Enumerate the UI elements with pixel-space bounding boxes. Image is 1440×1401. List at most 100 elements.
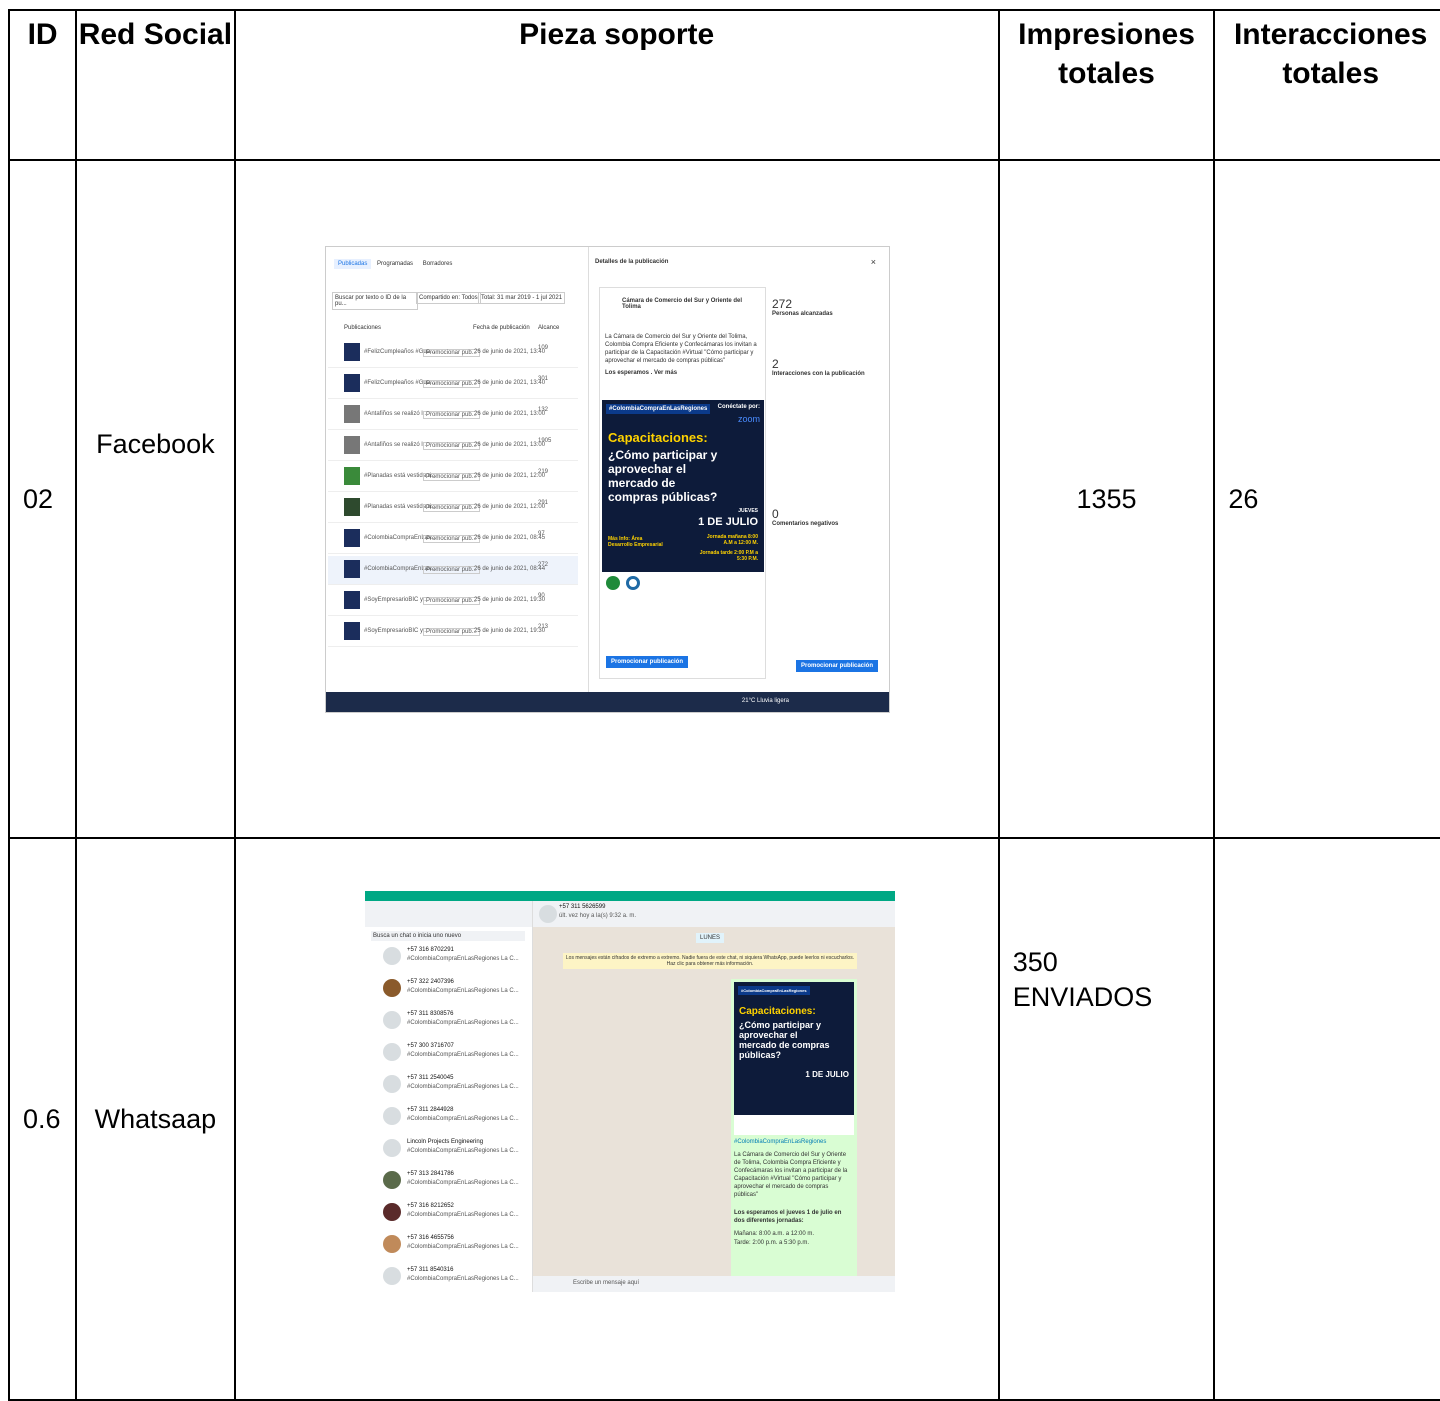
cell-id: 02 (7, 159, 78, 839)
post-reach: 219 (538, 469, 549, 475)
chat-preview: #ColombiaCompraEnLasRegiones La C... (407, 956, 519, 962)
post-text: #Antafiños se realizó l... (364, 442, 428, 448)
stat-interactions-label: Interacciones con la publicación (772, 371, 865, 377)
promote-button: Promocionar pub... (423, 411, 480, 419)
poster-morning: Jornada mañana 8:00 A.M a 12:00 M. (706, 534, 758, 546)
poster-logos (734, 1115, 854, 1135)
fb-date-range: Total: 31 mar 2019 - 1 jul 2021 (478, 292, 566, 304)
impresiones-value: 350 ENVIADOS (1012, 947, 1153, 1012)
wa-message-morning: Mañana: 8:00 a.m. a 12:00 m. (734, 1231, 815, 1237)
post-thumbnail (344, 591, 360, 609)
chat-name: +57 313 2841786 (407, 1171, 454, 1177)
chat-preview: #ColombiaCompraEnLasRegiones La C... (407, 1116, 519, 1122)
chat-preview: #ColombiaCompraEnLasRegiones La C... (407, 1052, 519, 1058)
post-reach: 90 (538, 593, 545, 599)
windows-taskbar: 21°C Lluvia ligera (326, 692, 889, 712)
chat-name: +57 316 8702291 (407, 947, 454, 953)
poster-afternoon: Jornada tarde 2:00 P.M a 5:30 P.M. (699, 550, 758, 562)
promote-button: Promocionar pub... (423, 442, 480, 450)
zoom-logo: zoom (737, 414, 760, 424)
header-impresiones: Impresiones totales (997, 9, 1216, 161)
whatsapp-screenshot: Busca un chat o inicia uno nuevo +57 316… (365, 891, 895, 1292)
stat-reach-value: 272 (772, 297, 793, 311)
post-date: 26 de junio de 2021, 13:00 (474, 411, 546, 417)
poster-date: 1 DE JULIO (698, 516, 758, 528)
avatar (383, 1139, 401, 1157)
fb-details-title: Detalles de la publicación (595, 259, 669, 265)
list-item: #SoyEmpresarioBIC y... Promocionar pub...… (328, 587, 578, 616)
chat-name: +57 311 2540045 (407, 1075, 454, 1081)
list-item: #SoyEmpresarioBIC y... Promocionar pub...… (328, 618, 578, 647)
wa-contact-name: +57 311 5626599 (559, 904, 606, 910)
fb-filter: Compartido en: Todos (416, 292, 481, 304)
stat-reach-label: Personas alcanzadas (772, 311, 833, 317)
post-reach: 132 (538, 407, 549, 413)
fb-tab-published: Publicadas (334, 259, 372, 269)
fb-poster: #ColombiaCompraEnLasRegiones Conéctate p… (602, 400, 764, 598)
wa-last-seen: últ. vez hoy a la(s) 9:32 a. m. (559, 913, 637, 919)
promote-post-button: Promocionar publicación (795, 660, 878, 672)
list-item: #Planadas está vestida d... Promocionar p… (328, 494, 578, 523)
chat-name: +57 311 8308576 (407, 1011, 454, 1017)
post-date: 25 de junio de 2021, 19:30 (474, 597, 546, 603)
promote-button: Promocionar pub... (423, 597, 480, 605)
post-reach: 272 (538, 562, 549, 568)
fb-post-more: Los esperamos . Ver más (605, 370, 678, 376)
fb-post-list: #FelizCumpleaños #Gua... Promocionar pub.… (326, 337, 581, 677)
post-reach: 97 (538, 531, 545, 537)
promote-post-button: Promocionar publicación (606, 656, 689, 668)
list-item: #ColombiaCompraEnLas... Promocionar pub..… (328, 525, 578, 554)
cell-impresiones: 1355 (997, 159, 1216, 839)
promote-button: Promocionar pub... (423, 349, 480, 357)
wa-compose-bar: Escribe un mensaje aquí (533, 1276, 895, 1292)
fb-tab-drafts: Borradores (422, 261, 453, 267)
wa-top-band (365, 891, 895, 901)
fb-stats: 272 Personas alcanzadas 2 Interacciones … (772, 297, 877, 527)
logo-icon (606, 576, 620, 590)
avatar (383, 1011, 401, 1029)
promote-button: Promocionar pub... (423, 628, 480, 636)
stat-negative-value: 0 (772, 507, 779, 521)
list-item: #FelizCumpleaños #Gua... Promocionar pub.… (328, 370, 578, 399)
post-text: #Antafiños se realizó l... (364, 411, 428, 417)
post-reach: 291 (538, 500, 549, 506)
wa-conversation: +57 311 5626599 últ. vez hoy a la(s) 9:3… (533, 901, 895, 1292)
list-item: #FelizCumpleaños #Gua... Promocionar pub.… (328, 339, 578, 368)
list-item: +57 311 2844928 #ColombiaCompraEnLasRegio… (383, 1103, 523, 1133)
poster-weekday: JUEVES (738, 508, 758, 514)
post-date: 26 de junio de 2021, 08:44 (474, 566, 546, 572)
promote-button: Promocionar pub... (423, 473, 480, 481)
cell-red-social: Whatsaap (75, 837, 236, 1401)
stat-negative-label: Comentarios negativos (772, 521, 839, 527)
cell-interacciones: 26 (1213, 159, 1440, 839)
list-item: +57 311 8540316 #ColombiaCompraEnLasRegio… (383, 1263, 523, 1292)
post-date: 26 de junio de 2021, 13:40 (474, 380, 546, 386)
post-thumbnail (344, 374, 360, 392)
wa-message-schedule: Los esperamos el jueves 1 de julio en do… (734, 1210, 842, 1224)
fb-post-preview: Cámara de Comercio del Sur y Oriente del… (599, 287, 766, 679)
wa-chat-list: Busca un chat o inicia uno nuevo +57 316… (365, 901, 533, 1292)
promote-button: Promocionar pub... (423, 504, 480, 512)
avatar (383, 979, 401, 997)
post-thumbnail (344, 405, 360, 423)
post-reach: 301 (538, 376, 549, 382)
cell-interacciones (1213, 837, 1440, 1401)
post-date: 25 de junio de 2021, 19:30 (474, 628, 546, 634)
fb-tabs: Publicadas Programadas Borradores (334, 259, 456, 269)
wa-compose-input: Escribe un mensaje aquí (573, 1280, 640, 1286)
promote-button: Promocionar pub... (423, 535, 480, 543)
poster-title: Capacitaciones: (608, 430, 708, 445)
post-thumbnail (344, 529, 360, 547)
fb-col-reach: Alcance (538, 325, 560, 331)
chat-preview: #ColombiaCompraEnLasRegiones La C... (407, 1244, 519, 1250)
list-item: +57 316 8702291 #ColombiaCompraEnLasRegio… (383, 943, 523, 973)
wa-poster: #ColombiaCompraEnLasRegiones Capacitacio… (734, 982, 854, 1135)
avatar (383, 1203, 401, 1221)
avatar (539, 905, 557, 923)
chat-preview: #ColombiaCompraEnLasRegiones La C... (407, 1148, 519, 1154)
post-reach: 213 (538, 624, 549, 630)
list-item: +57 300 3716707 #ColombiaCompraEnLasRegio… (383, 1039, 523, 1069)
post-thumbnail (344, 498, 360, 516)
close-icon: × (870, 257, 876, 267)
post-reach: 109 (538, 345, 549, 351)
